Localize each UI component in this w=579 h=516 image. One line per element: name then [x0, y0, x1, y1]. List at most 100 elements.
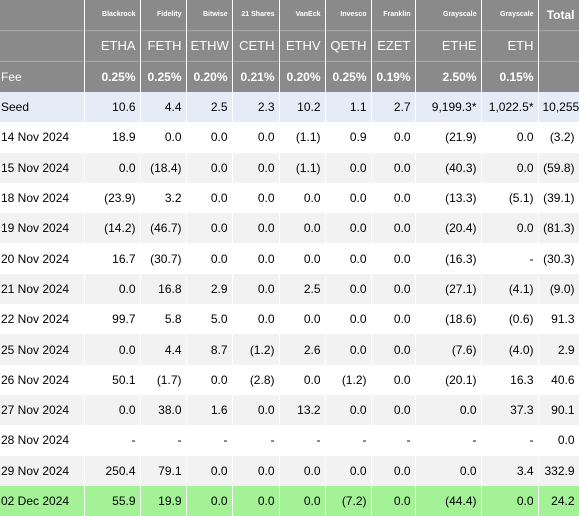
table-row: 25 Nov 2024 0.0 4.4 8.7 (1.2) 2.6 0.0 0.0 (7.6)(… — [0, 334, 579, 365]
fee-value: 0.15% — [481, 60, 539, 92]
flow-cell: (46.7) — [140, 213, 187, 244]
flow-cell: 0.0 — [371, 334, 416, 365]
flow-cell: (4.1) — [481, 273, 539, 305]
fee-value: 2.50% — [415, 60, 482, 92]
flow-cell: 13.2 — [279, 394, 326, 426]
flow-cell: 2.5 — [186, 92, 233, 123]
flow-cell: 55.9 — [84, 485, 141, 516]
flow-cell: 50.1 — [84, 364, 141, 395]
flow-cell: 18.9 — [84, 122, 141, 153]
table-row: 22 Nov 2024 99.7 5.8 5.0 0.0 0.0 0.0 0.0 (18.6)(… — [0, 304, 579, 335]
total-cell: 0.0 — [538, 425, 579, 456]
fee-value: 0.25% — [325, 60, 372, 92]
ticker-label: ETHE — [415, 29, 482, 61]
flow-cell: (20.1) — [415, 364, 482, 395]
issuer-name: Fidelity — [140, 0, 187, 30]
flow-cell: 0.9 — [325, 122, 372, 153]
fee-value: 0.25% — [140, 60, 187, 92]
flow-cell: (18.4) — [140, 152, 187, 183]
flow-cell: 1.6 — [186, 394, 233, 426]
flow-cell: 16.7 — [84, 243, 141, 274]
ticker-label: CETH — [232, 29, 280, 61]
flow-cell: 0.0 — [371, 394, 416, 426]
flow-cell: - — [232, 425, 280, 456]
issuer-name: Bitwise — [186, 0, 233, 30]
flow-cell: 0.0 — [279, 182, 326, 214]
flow-cell: 0.0 — [232, 273, 280, 305]
flow-cell: 19.9 — [140, 485, 187, 516]
flow-cell: 16.8 — [140, 273, 187, 305]
flow-cell: (27.1) — [415, 273, 482, 305]
flow-cell: 2.9 — [186, 273, 233, 305]
flow-cell: (16.3) — [415, 243, 482, 274]
flow-cell: 0.0 — [325, 455, 372, 486]
flow-cell: 4.4 — [140, 92, 187, 123]
flow-cell: 0.0 — [140, 122, 187, 153]
flow-cell: 0.0 — [325, 152, 372, 183]
flow-cell: 10.6 — [84, 92, 141, 123]
flow-cell: 0.0 — [325, 273, 372, 305]
flow-cell: (7.2) — [325, 485, 372, 516]
flow-cell: 38.0 — [140, 394, 187, 426]
flow-cell: 0.0 — [325, 334, 372, 365]
flow-cell: 8.7 — [186, 334, 233, 365]
ticker-label: ETHA — [84, 29, 141, 61]
ticker-label: EZET — [371, 29, 416, 61]
flow-cell: (14.2) — [84, 213, 141, 244]
flow-cell: (0.6) — [481, 304, 539, 335]
flow-cell: 0.0 — [186, 122, 233, 153]
date-cell: 28 Nov 2024 — [0, 425, 85, 456]
date-cell: 21 Nov 2024 — [0, 273, 85, 305]
flow-cell: 0.0 — [84, 334, 141, 365]
issuer-name: Grayscale — [481, 0, 539, 30]
flow-cell: (1.1) — [279, 152, 326, 183]
flow-cell: 0.0 — [481, 152, 539, 183]
flow-cell: (5.1) — [481, 182, 539, 214]
total-cell: (39.1) — [538, 182, 579, 214]
corner-cell — [0, 0, 85, 30]
flow-cell: 0.0 — [371, 304, 416, 335]
flow-cell: (1.2) — [325, 364, 372, 395]
issuer-name: 21 Shares — [232, 0, 280, 30]
flow-cell: 0.0 — [279, 455, 326, 486]
flow-cell: (13.3) — [415, 182, 482, 214]
flow-cell: 2.5 — [279, 273, 326, 305]
flow-cell: 0.0 — [325, 213, 372, 244]
issuer-name: Blackrock — [84, 0, 141, 30]
date-cell: 22 Nov 2024 — [0, 304, 85, 335]
flow-cell: 250.4 — [84, 455, 141, 486]
flow-cell: - — [415, 425, 482, 456]
flow-cell: - — [371, 425, 416, 456]
flow-cell: (1.7) — [140, 364, 187, 395]
flow-cell: 0.0 — [371, 485, 416, 516]
seed-row: Seed 10.6 4.4 2.5 2.3 10.2 1.1 2.7 9,199.3* 1,022… — [0, 92, 579, 123]
total-cell: (30.3) — [538, 243, 579, 274]
flow-cell: 0.0 — [232, 152, 280, 183]
total-cell: 24.2 — [538, 485, 579, 516]
table-row: 18 Nov 2024 (23.9) 3.2 0.0 0.0 0.0 0.0 0.0 (13.3… — [0, 182, 579, 214]
flow-cell: 0.0 — [186, 364, 233, 395]
fee-row: Fee 0.25% 0.25% 0.20% 0.21% 0.20% 0.25% … — [0, 60, 579, 92]
flow-cell: (4.0) — [481, 334, 539, 365]
date-cell: 20 Nov 2024 — [0, 243, 85, 274]
date-cell: 19 Nov 2024 — [0, 213, 85, 244]
flow-cell: (18.6) — [415, 304, 482, 335]
flow-cell: 0.0 — [84, 394, 141, 426]
flow-cell: 0.0 — [186, 455, 233, 486]
corner-cell — [0, 29, 85, 61]
flow-cell: (23.9) — [84, 182, 141, 214]
issuer-name: Franklin — [371, 0, 416, 30]
flow-cell: 0.0 — [481, 122, 539, 153]
date-cell: 14 Nov 2024 — [0, 122, 85, 153]
ticker-label: QETH — [325, 29, 372, 61]
date-cell: 02 Dec 2024 — [0, 485, 85, 516]
flow-cell: 0.0 — [232, 485, 280, 516]
flow-cell: - — [481, 425, 539, 456]
flow-cell: 0.0 — [415, 455, 482, 486]
fee-value: 0.19% — [371, 60, 416, 92]
table-row: 14 Nov 2024 18.9 0.0 0.0 0.0 (1.1) 0.9 0.0 (21.9… — [0, 122, 579, 153]
total-cell: (59.8) — [538, 152, 579, 183]
flow-cell: 0.0 — [186, 485, 233, 516]
total-cell: (3.2) — [538, 122, 579, 153]
flow-cell: 0.0 — [232, 213, 280, 244]
